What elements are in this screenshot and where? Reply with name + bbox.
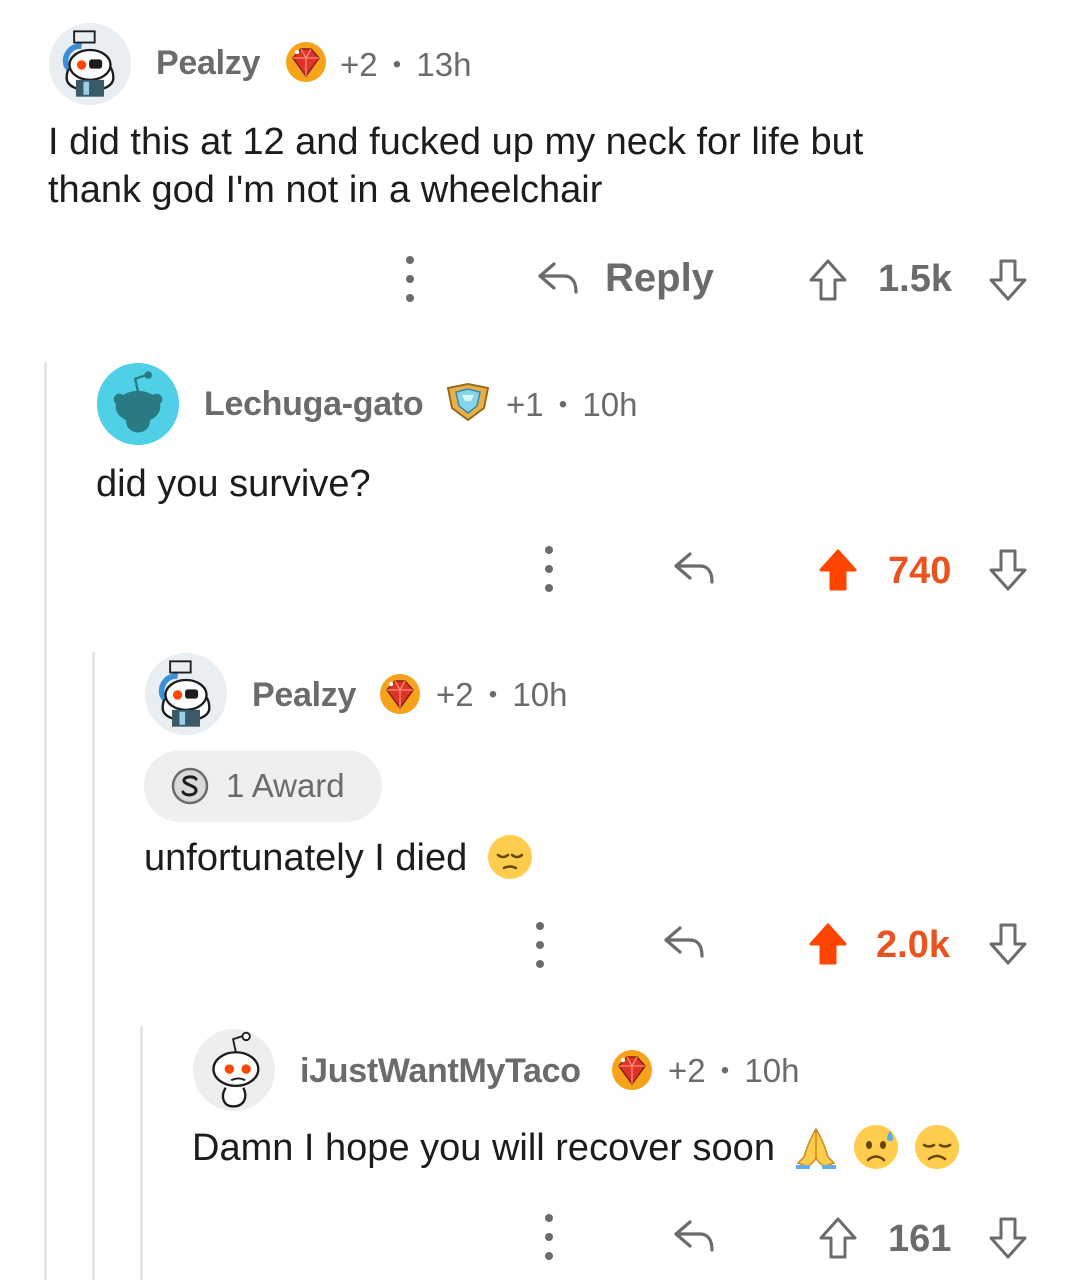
flair-count: +2 (436, 676, 474, 713)
vote-score: 161 (888, 1218, 952, 1260)
flair-count: +2 (340, 46, 378, 83)
reply-arrow-icon[interactable] (670, 1216, 718, 1256)
vote-score: 740 (888, 550, 952, 592)
flair-count: +1 (506, 386, 544, 423)
kebab-menu-icon[interactable] (544, 1214, 554, 1260)
comment-age: 10h (582, 386, 638, 423)
flair-count: +2 (668, 1052, 706, 1089)
user-avatar[interactable] (144, 652, 228, 736)
snoo-avatar-icon (144, 652, 228, 736)
comment-age: 10h (512, 676, 568, 713)
comment-age: 13h (416, 46, 472, 83)
comment-body: Damn I hope you will recover soon (192, 1127, 775, 1169)
ruby-gem-flair-icon (378, 672, 422, 716)
sad-sweat-face-emoji-icon (854, 1124, 899, 1169)
user-avatar[interactable] (96, 362, 180, 446)
comment-body: unfortunately I died (144, 837, 468, 879)
downvote-arrow-icon[interactable] (988, 922, 1028, 966)
user-avatar[interactable] (48, 22, 132, 106)
comment-username[interactable]: iJustWantMyTaco (300, 1052, 581, 1091)
comment-meta: +2 • 10h (668, 1052, 799, 1090)
upvote-arrow-icon[interactable] (808, 258, 848, 302)
pensive-face-emoji-icon (487, 834, 532, 879)
reply-arrow-icon[interactable] (660, 922, 708, 962)
folded-hands-emoji-icon (795, 1127, 836, 1169)
kebab-menu-icon[interactable] (544, 546, 554, 592)
vote-score: 2.0k (876, 924, 950, 966)
user-avatar[interactable] (192, 1028, 276, 1112)
comment-username[interactable]: Pealzy (156, 44, 260, 83)
snoo-avatar-icon (48, 22, 132, 106)
reply-button[interactable]: Reply (605, 256, 714, 301)
snoo-avatar-icon (96, 362, 180, 446)
upvote-arrow-icon[interactable] (818, 1216, 858, 1260)
comment-body: I did this at 12 and fucked up my neck f… (48, 121, 864, 211)
comment-meta: +2 • 13h (340, 46, 471, 84)
thread-line-level-3 (140, 1026, 143, 1280)
thread-line-level-1 (44, 362, 47, 1280)
comment-meta: +2 • 10h (436, 676, 567, 714)
ruby-gem-flair-icon (284, 40, 328, 84)
meta-separator: • (558, 391, 568, 418)
diamond-shield-flair-icon (444, 382, 492, 422)
comment-meta: +1 • 10h (506, 386, 637, 424)
meta-separator: • (392, 51, 402, 78)
award-badge[interactable]: 1 Award (144, 750, 382, 822)
comment-body: did you survive? (96, 463, 371, 505)
comment-username[interactable]: Lechuga-gato (204, 385, 424, 424)
meta-separator: • (720, 1057, 730, 1084)
silver-award-icon (170, 766, 210, 806)
downvote-arrow-icon[interactable] (988, 1216, 1028, 1260)
comment-username[interactable]: Pealzy (252, 676, 356, 715)
downvote-arrow-icon[interactable] (988, 548, 1028, 592)
comment-age: 10h (744, 1052, 800, 1089)
comment-body-row: Damn I hope you will recover soon (192, 1124, 1052, 1172)
reply-arrow-icon[interactable] (670, 548, 718, 588)
upvote-arrow-icon[interactable] (808, 922, 848, 966)
thread-line-level-2 (92, 652, 95, 1280)
kebab-menu-icon[interactable] (535, 922, 545, 968)
award-label: 1 Award (226, 767, 345, 804)
downvote-arrow-icon[interactable] (988, 258, 1028, 302)
meta-separator: • (488, 681, 498, 708)
vote-score: 1.5k (878, 258, 952, 300)
comment-body-row: unfortunately I died (144, 834, 1044, 882)
upvote-arrow-icon[interactable] (818, 548, 858, 592)
kebab-menu-icon[interactable] (405, 256, 415, 302)
reply-arrow-icon[interactable] (534, 258, 582, 298)
snoo-avatar-icon (192, 1028, 276, 1112)
disappointed-face-emoji-icon (914, 1124, 959, 1169)
ruby-gem-flair-icon (610, 1048, 654, 1092)
